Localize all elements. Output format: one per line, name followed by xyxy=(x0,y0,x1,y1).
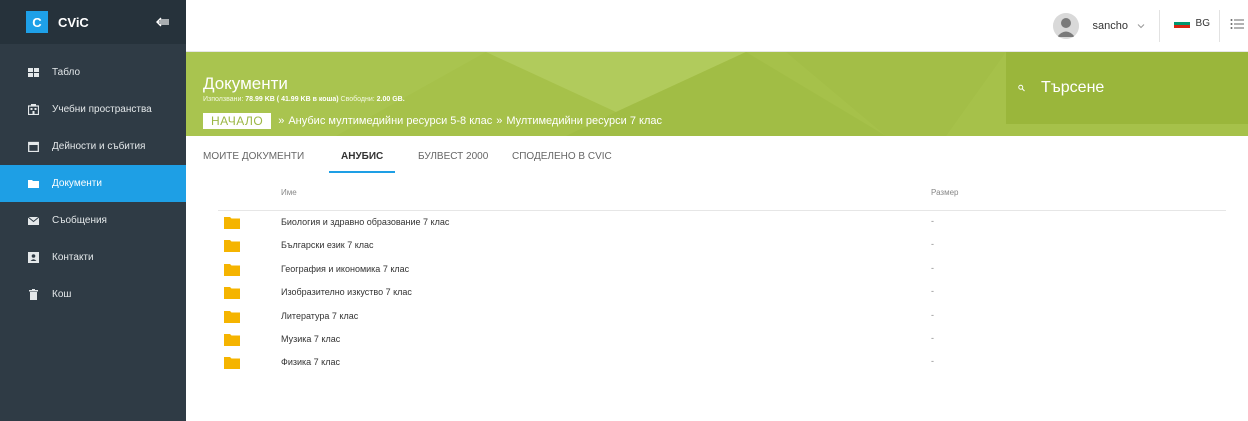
collapse-sidebar-icon[interactable] xyxy=(154,13,172,31)
row-size: - xyxy=(931,262,934,273)
breadcrumb-item[interactable]: Мултимедийни ресурси 7 клас xyxy=(506,115,662,127)
row-size: - xyxy=(931,332,934,343)
divider xyxy=(1219,10,1220,42)
avatar[interactable] xyxy=(1052,13,1079,39)
sidebar-item-label: Контакти xyxy=(52,252,94,263)
sidebar-header: C CViC xyxy=(0,0,186,44)
documents-header: Документи Използвани: 78.99 KB ( 41.99 K… xyxy=(186,52,1248,136)
table-row[interactable]: Изобразително изкуство 7 клас - xyxy=(218,282,1226,305)
app-logo[interactable]: C xyxy=(26,11,48,33)
sidebar-item-contacts[interactable]: Контакти xyxy=(0,239,186,276)
file-list: Биология и здравно образование 7 клас - … xyxy=(218,212,1226,376)
tab-anubis[interactable]: АНУБИС xyxy=(328,137,396,175)
divider xyxy=(1159,10,1160,42)
tab-bulvest-2000[interactable]: БУЛВЕСТ 2000 xyxy=(418,137,488,175)
list-menu-icon[interactable] xyxy=(1230,17,1244,31)
tab-shared-in-cvic[interactable]: СПОДЕЛЕНО В CVIC xyxy=(512,137,612,175)
page: C CViC Табло Учебни пространства Дейност… xyxy=(0,0,1248,421)
table-header: Име Размер xyxy=(218,178,1226,211)
storage-usage: Използвани: 78.99 KB ( 41.99 KB в коша) … xyxy=(203,96,405,103)
search-box xyxy=(1006,52,1248,124)
sidebar-item-label: Дейности и събития xyxy=(52,141,146,152)
sidebar-item-learning-spaces[interactable]: Учебни пространства xyxy=(0,91,186,128)
document-tabs: МОИТЕ ДОКУМЕНТИ АНУБИС БУЛВЕСТ 2000 СПОД… xyxy=(186,137,1248,175)
folder-icon xyxy=(26,177,40,191)
breadcrumb-separator: » xyxy=(278,115,285,127)
row-size: - xyxy=(931,216,934,226)
language-selector[interactable]: BG xyxy=(1173,18,1210,29)
folder-icon xyxy=(224,310,240,323)
app-name[interactable]: CViC xyxy=(58,15,89,30)
folder-icon xyxy=(224,357,240,370)
breadcrumb-home-button[interactable]: НАЧАЛО xyxy=(203,113,272,129)
sidebar-item-label: Съобщения xyxy=(52,215,107,226)
sidebar-item-label: Табло xyxy=(52,67,81,78)
sidebar-item-label: Учебни пространства xyxy=(52,104,152,115)
row-size: - xyxy=(931,356,934,367)
row-name[interactable]: География и икономика 7 клас xyxy=(281,264,409,274)
sidebar-item-messages[interactable]: Съобщения xyxy=(0,202,186,239)
sidebar-item-activities[interactable]: Дейности и събития xyxy=(0,128,186,165)
page-title: Документи xyxy=(203,74,288,93)
row-size: - xyxy=(931,286,934,297)
table-row[interactable]: Музика 7 клас - xyxy=(218,329,1226,352)
trash-icon xyxy=(26,288,40,302)
folder-icon xyxy=(224,263,240,276)
sidebar-item-label: Документи xyxy=(52,178,102,189)
row-size: - xyxy=(931,239,934,250)
sidebar-item-dashboard[interactable]: Табло xyxy=(0,54,186,91)
breadcrumb-item[interactable]: Анубис мултимедийни ресурси 5-8 клас xyxy=(288,115,492,127)
table-row[interactable]: Литература 7 клас - xyxy=(218,306,1226,329)
dashboard-icon xyxy=(26,66,40,80)
row-name[interactable]: Музика 7 клас xyxy=(281,334,340,344)
sidebar-item-label: Кош xyxy=(52,289,72,300)
table-row[interactable]: Български език 7 клас - xyxy=(218,235,1226,258)
folder-icon xyxy=(224,287,240,300)
table-row[interactable]: Физика 7 клас - xyxy=(218,352,1226,375)
mail-icon xyxy=(26,214,40,228)
topbar: sancho BG xyxy=(186,0,1248,52)
user-menu[interactable]: sancho xyxy=(1052,10,1146,42)
row-name[interactable]: Литература 7 клас xyxy=(281,311,358,321)
column-header-name[interactable]: Име xyxy=(281,188,297,197)
table-row[interactable]: Биология и здравно образование 7 клас - xyxy=(218,212,1226,235)
sidebar-nav: Табло Учебни пространства Дейности и съб… xyxy=(0,54,186,313)
chevron-down-icon xyxy=(1137,24,1145,29)
sidebar-item-documents[interactable]: Документи xyxy=(0,165,186,202)
row-name[interactable]: Български език 7 клас xyxy=(281,240,374,250)
folder-icon xyxy=(224,333,240,346)
breadcrumb: НАЧАЛО » Анубис мултимедийни ресурси 5-8… xyxy=(203,113,662,129)
table-row[interactable]: География и икономика 7 клас - xyxy=(218,259,1226,282)
breadcrumb-separator: » xyxy=(496,115,503,127)
username: sancho xyxy=(1092,20,1128,32)
search-input[interactable] xyxy=(1041,79,1248,97)
language-label: BG xyxy=(1195,18,1210,29)
folder-icon xyxy=(224,217,240,229)
sidebar: C CViC Табло Учебни пространства Дейност… xyxy=(0,0,186,421)
search-icon[interactable] xyxy=(1018,81,1025,95)
bulgarian-flag-icon xyxy=(1173,18,1190,29)
row-name[interactable]: Изобразително изкуство 7 клас xyxy=(281,287,412,297)
tab-my-documents[interactable]: МОИТЕ ДОКУМЕНТИ xyxy=(203,137,304,175)
folder-icon xyxy=(224,240,240,253)
row-name[interactable]: Физика 7 клас xyxy=(281,357,340,367)
sidebar-item-trash[interactable]: Кош xyxy=(0,276,186,313)
contact-card-icon xyxy=(26,251,40,265)
column-header-size[interactable]: Размер xyxy=(931,188,959,197)
row-size: - xyxy=(931,309,934,320)
calendar-icon xyxy=(26,140,40,154)
building-icon xyxy=(26,103,40,117)
row-name[interactable]: Биология и здравно образование 7 клас xyxy=(281,217,449,227)
